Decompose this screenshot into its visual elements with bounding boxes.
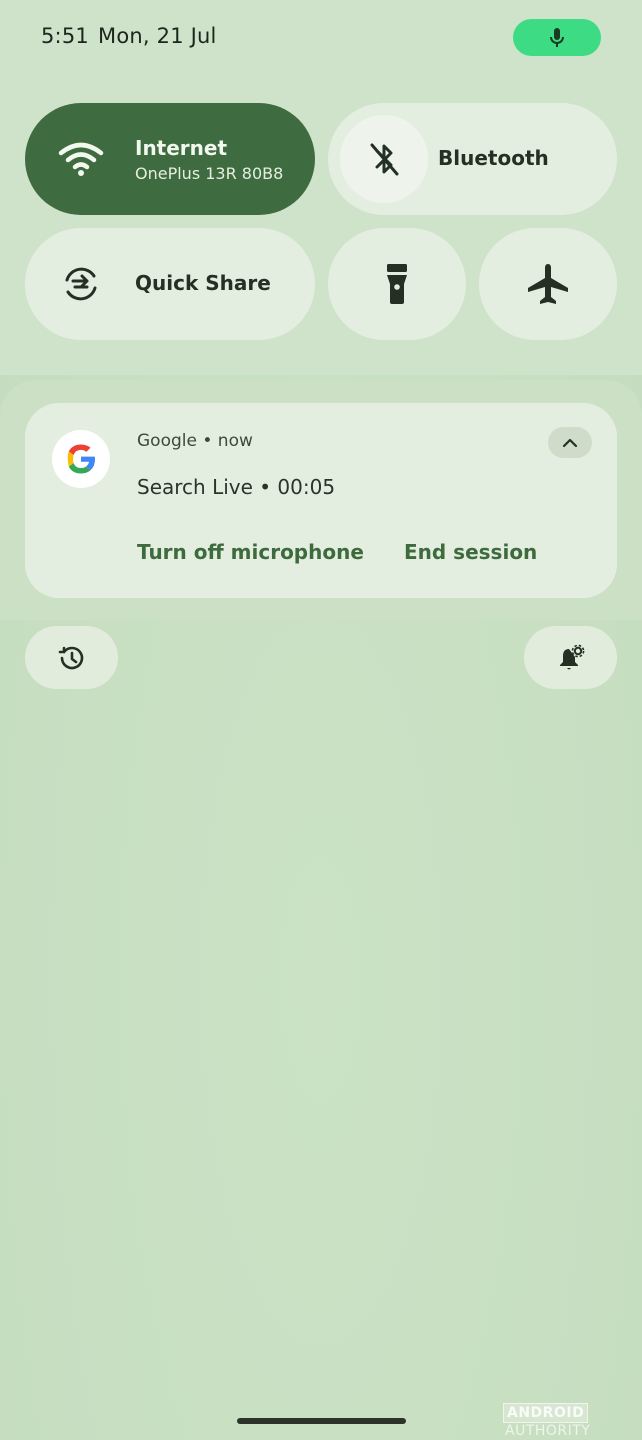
watermark: ANDROIDAUTHORITY: [503, 1403, 642, 1439]
notification-collapse-button[interactable]: [548, 427, 592, 458]
status-clock: 5:51: [41, 24, 89, 48]
notification-settings-icon: [559, 644, 584, 669]
bluetooth-toggle[interactable]: [340, 115, 428, 203]
airplane-icon: [479, 228, 617, 340]
notification-card[interactable]: Google • now Search Live • 00:05 Turn of…: [25, 403, 617, 598]
tile-bluetooth[interactable]: Bluetooth: [328, 103, 617, 215]
notification-time: now: [217, 431, 253, 451]
end-session-button[interactable]: End session: [404, 540, 537, 564]
tile-flashlight[interactable]: [328, 228, 466, 340]
tile-quick-share[interactable]: Quick Share: [25, 228, 315, 340]
turn-off-microphone-button[interactable]: Turn off microphone: [137, 540, 364, 564]
chevron-up-icon: [562, 438, 578, 447]
tile-airplane-mode[interactable]: [479, 228, 617, 340]
wifi-icon: [57, 135, 105, 183]
notification-header: Google • now: [137, 431, 253, 451]
quick-share-icon: [58, 261, 104, 307]
tile-internet-network: OnePlus 13R 80B8: [135, 164, 284, 183]
history-icon: [58, 646, 83, 669]
status-date: Mon, 21 Jul: [98, 24, 217, 48]
notification-text: Search Live • 00:05: [137, 475, 336, 499]
flashlight-icon: [328, 228, 466, 340]
notification-history-button[interactable]: [25, 626, 118, 689]
tile-internet[interactable]: Internet OnePlus 13R 80B8: [25, 103, 315, 215]
notification-separator: •: [202, 431, 213, 451]
tile-quick-share-label: Quick Share: [135, 271, 271, 295]
watermark-part-2: AUTHORITY: [505, 1423, 591, 1439]
mic-privacy-indicator[interactable]: [513, 19, 601, 56]
status-bar: 5:51 Mon, 21 Jul: [0, 0, 642, 76]
google-app-icon: [52, 430, 110, 488]
gesture-navigation-handle[interactable]: [237, 1418, 406, 1424]
tile-bluetooth-label: Bluetooth: [438, 146, 549, 170]
tile-internet-label: Internet: [135, 136, 228, 160]
bluetooth-off-icon: [370, 143, 399, 176]
watermark-part-1: ANDROID: [503, 1403, 589, 1423]
notification-settings-button[interactable]: [524, 626, 617, 689]
notification-app-name: Google: [137, 431, 197, 451]
mic-icon: [550, 27, 564, 47]
